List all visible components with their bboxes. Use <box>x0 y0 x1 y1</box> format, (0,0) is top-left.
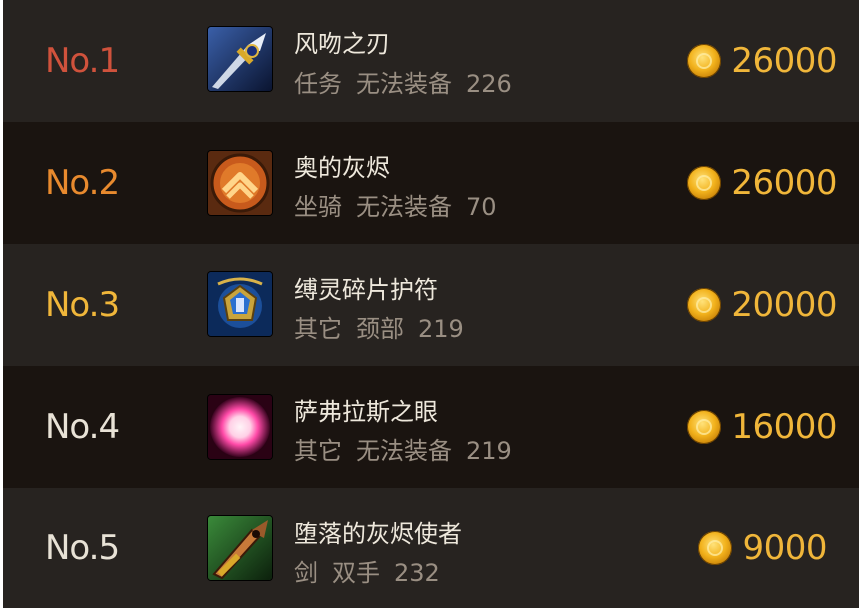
price-ranking-list: No.1 风吻之刃 任务 无法装备 226 26000 No.2 奥的灰烬 坐骑… <box>3 0 859 608</box>
greatsword-icon[interactable] <box>208 516 272 580</box>
item-name[interactable]: 奥的灰烬 <box>294 148 390 183</box>
mount-emblem-icon[interactable] <box>208 151 272 215</box>
price-value: 9000 <box>742 528 827 568</box>
item-category: 任务 <box>294 70 342 98</box>
list-item[interactable]: No.5 堕落的灰烬使者 剑双手 232 9000 <box>3 488 859 608</box>
rank-label: No.1 <box>45 41 120 81</box>
price-value: 16000 <box>731 407 837 447</box>
item-level: 219 <box>418 315 464 343</box>
item-price: 26000 <box>687 0 837 122</box>
item-level: 226 <box>466 70 512 98</box>
price-value: 26000 <box>731 163 837 203</box>
item-category: 其它 <box>294 437 342 465</box>
item-slot: 双手 <box>332 559 380 587</box>
item-name[interactable]: 缚灵碎片护符 <box>294 270 438 305</box>
sword-icon[interactable] <box>208 27 272 91</box>
rank-label: No.5 <box>45 528 120 568</box>
item-level: 232 <box>394 559 440 587</box>
glowing-orb-icon[interactable] <box>208 395 272 459</box>
gold-coin-icon <box>687 166 722 200</box>
item-slot: 无法装备 <box>356 193 452 221</box>
item-meta: 其它 无法装备 219 <box>294 431 526 466</box>
list-item[interactable]: No.2 奥的灰烬 坐骑 无法装备 70 26000 <box>3 122 859 244</box>
item-level: 70 <box>466 193 497 221</box>
item-name[interactable]: 萨弗拉斯之眼 <box>294 392 438 427</box>
gold-coin-icon <box>698 531 733 565</box>
amulet-icon[interactable] <box>208 272 272 336</box>
item-meta: 剑双手 232 <box>294 553 454 588</box>
item-slot: 无法装备 <box>356 70 452 98</box>
item-meta: 坐骑 无法装备 70 <box>294 187 511 222</box>
item-price: 26000 <box>687 122 837 244</box>
item-name[interactable]: 风吻之刃 <box>294 24 390 59</box>
item-price: 20000 <box>687 244 837 366</box>
gold-coin-icon <box>687 44 722 78</box>
item-price: 16000 <box>687 366 837 488</box>
rank-label: No.2 <box>45 163 120 203</box>
list-item[interactable]: No.1 风吻之刃 任务 无法装备 226 26000 <box>3 0 859 122</box>
gold-coin-icon <box>687 410 722 444</box>
item-price: 9000 <box>698 488 827 608</box>
rank-label: No.4 <box>45 407 120 447</box>
item-slot: 颈部 <box>356 315 404 343</box>
gold-coin-icon <box>687 288 722 322</box>
item-meta: 其它 颈部 219 <box>294 309 478 344</box>
item-slot: 无法装备 <box>356 437 452 465</box>
list-item[interactable]: No.4 萨弗拉斯之眼 其它 无法装备 219 16000 <box>3 366 859 488</box>
item-category: 其它 <box>294 315 342 343</box>
price-value: 26000 <box>731 41 837 81</box>
list-item[interactable]: No.3 缚灵碎片护符 其它 颈部 219 20000 <box>3 244 859 366</box>
item-meta: 任务 无法装备 226 <box>294 64 526 99</box>
price-value: 20000 <box>731 285 837 325</box>
item-level: 219 <box>466 437 512 465</box>
item-category: 剑 <box>294 559 318 587</box>
rank-label: No.3 <box>45 285 120 325</box>
item-category: 坐骑 <box>294 193 342 221</box>
item-name[interactable]: 堕落的灰烬使者 <box>294 514 462 549</box>
